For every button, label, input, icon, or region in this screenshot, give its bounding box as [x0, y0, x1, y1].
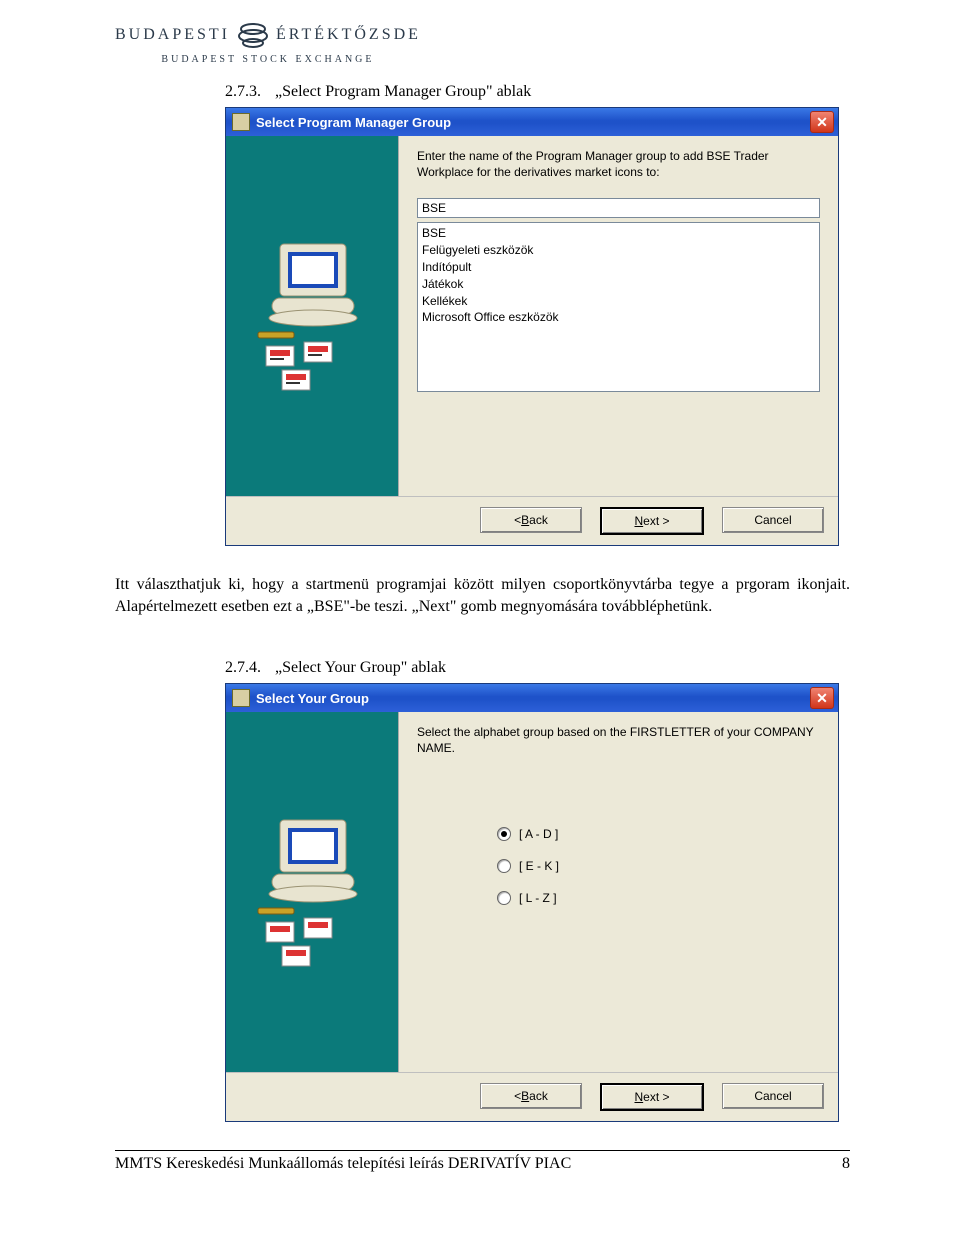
computer-icon: [252, 236, 372, 396]
close-icon: ✕: [816, 691, 828, 705]
radio-option-ek[interactable]: [ E - K ]: [497, 859, 820, 873]
section-heading-273: 2.7.3. „Select Program Manager Group" ab…: [225, 83, 960, 101]
side-graphic-panel: [226, 136, 399, 496]
radio-option-ad[interactable]: [ A - D ]: [497, 827, 820, 841]
section-title: „Select Program Manager Group" ablak: [275, 83, 531, 100]
radio-label: [ E - K ]: [519, 859, 559, 873]
instruction-text: Select the alphabet group based on the F…: [417, 724, 820, 756]
next-button[interactable]: Next >: [600, 1083, 704, 1111]
logo-swirl-icon: [236, 18, 270, 52]
side-graphic-panel: [226, 712, 399, 1072]
document-header: BUDAPESTI ÉRTÉKTŐZSDE BUDAPEST STOCK EXC…: [115, 18, 960, 65]
footer: MMTS Kereskedési Munkaállomás telepítési…: [115, 1155, 850, 1173]
footer-separator: [115, 1150, 850, 1151]
close-button[interactable]: ✕: [810, 687, 834, 709]
footer-text: MMTS Kereskedési Munkaállomás telepítési…: [115, 1155, 571, 1173]
radio-label: [ L - Z ]: [519, 891, 557, 905]
titlebar[interactable]: Select Program Manager Group ✕: [226, 108, 838, 136]
dialog-select-program-manager-group: Select Program Manager Group ✕: [225, 107, 839, 546]
brand-logo: BUDAPESTI ÉRTÉKTŐZSDE BUDAPEST STOCK EXC…: [115, 18, 421, 65]
list-item[interactable]: BSE: [422, 225, 815, 242]
back-button[interactable]: < Back: [480, 1083, 582, 1109]
dialog-select-your-group: Select Your Group ✕: [225, 683, 839, 1122]
section-title: „Select Your Group" ablak: [275, 659, 446, 676]
radio-group: [ A - D ] [ E - K ] [ L - Z ]: [497, 827, 820, 905]
section-number: 2.7.3.: [225, 83, 261, 100]
radio-icon: [497, 827, 511, 841]
instruction-text: Enter the name of the Program Manager gr…: [417, 148, 820, 180]
titlebar-title: Select Your Group: [256, 691, 369, 706]
cancel-button[interactable]: Cancel: [722, 507, 824, 533]
installer-icon: [232, 113, 250, 131]
section-number: 2.7.4.: [225, 659, 261, 676]
button-bar: < Back Next > Cancel: [226, 1072, 838, 1121]
button-bar: < Back Next > Cancel: [226, 496, 838, 545]
brand-left: BUDAPESTI: [115, 26, 230, 44]
page-number: 8: [842, 1155, 850, 1173]
radio-icon: [497, 891, 511, 905]
list-item[interactable]: Játékok: [422, 276, 815, 293]
close-button[interactable]: ✕: [810, 111, 834, 133]
close-icon: ✕: [816, 115, 828, 129]
list-item[interactable]: Indítópult: [422, 259, 815, 276]
cancel-button[interactable]: Cancel: [722, 1083, 824, 1109]
computer-icon: [252, 812, 372, 972]
back-button[interactable]: < Back: [480, 507, 582, 533]
radio-icon: [497, 859, 511, 873]
section-heading-274: 2.7.4. „Select Your Group" ablak: [225, 659, 960, 677]
titlebar-title: Select Program Manager Group: [256, 115, 451, 130]
radio-label: [ A - D ]: [519, 827, 558, 841]
installer-icon: [232, 689, 250, 707]
group-listbox[interactable]: BSE Felügyeleti eszközök Indítópult Játé…: [417, 222, 820, 392]
body-paragraph-1: Itt választhatjuk ki, hogy a startmenü p…: [115, 574, 850, 617]
list-item[interactable]: Microsoft Office eszközök: [422, 309, 815, 326]
group-name-input[interactable]: [417, 198, 820, 218]
brand-right: ÉRTÉKTŐZSDE: [276, 26, 421, 44]
list-item[interactable]: Kellékek: [422, 293, 815, 310]
titlebar[interactable]: Select Your Group ✕: [226, 684, 838, 712]
next-button[interactable]: Next >: [600, 507, 704, 535]
list-item[interactable]: Felügyeleti eszközök: [422, 242, 815, 259]
radio-option-lz[interactable]: [ L - Z ]: [497, 891, 820, 905]
brand-subtitle: BUDAPEST STOCK EXCHANGE: [161, 54, 374, 65]
